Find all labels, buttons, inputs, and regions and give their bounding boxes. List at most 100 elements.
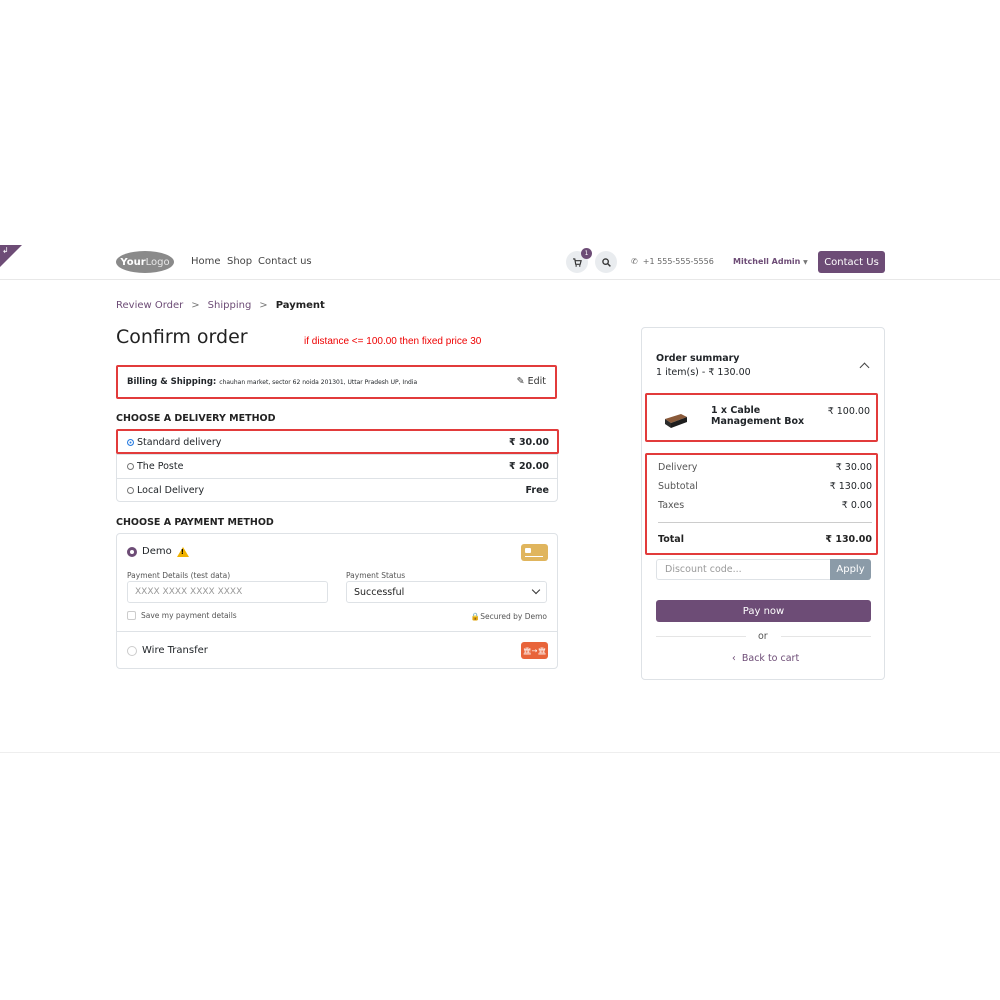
payment-status-label: Payment Status	[346, 571, 406, 580]
billing-label-row: Billing & Shipping: chauhan market, sect…	[127, 377, 417, 387]
radio-local[interactable]	[127, 486, 134, 494]
breadcrumb-payment: Payment	[275, 300, 325, 311]
logo-light: Logo	[145, 256, 170, 268]
breadcrumb-separator: >	[191, 300, 200, 311]
delivery-methods: Standard delivery ₹ 30.00 The Poste ₹ 20…	[116, 429, 559, 502]
warning-icon: !	[176, 546, 189, 557]
pay-now-button[interactable]: Pay now	[656, 600, 871, 622]
breadcrumb: Review Order > Shipping > Payment	[116, 300, 325, 311]
breadcrumb-review-order[interactable]: Review Order	[116, 300, 183, 311]
contact-us-button[interactable]: Contact Us	[818, 251, 885, 273]
delivery-price: Free	[525, 484, 549, 496]
page-title: Confirm order	[116, 326, 248, 348]
delivery-name: The Poste	[137, 460, 184, 472]
or-divider-right	[781, 636, 871, 637]
taxes-value: ₹ 0.00	[841, 500, 872, 511]
payment-methods: Demo ! Payment Details (test data) Payme…	[116, 533, 558, 669]
phone-number[interactable]: ✆ +1 555-555-5556	[631, 257, 714, 266]
or-divider-left	[656, 636, 746, 637]
delivery-value: ₹ 30.00	[835, 462, 872, 473]
or-text: or	[758, 631, 768, 642]
payment-section-title: CHOOSE A PAYMENT METHOD	[116, 517, 274, 528]
payment-name: Wire Transfer	[142, 645, 208, 656]
secured-by-demo: 🔒Secured by Demo	[471, 612, 547, 621]
pencil-icon: ✎	[516, 376, 525, 387]
nav-home[interactable]: Home	[191, 256, 221, 267]
radio-poste[interactable]	[127, 462, 134, 470]
phone-text: +1 555-555-5556	[642, 257, 714, 266]
payment-name: Demo	[142, 546, 172, 557]
totals-box: Delivery ₹ 30.00 Subtotal ₹ 130.00 Taxes…	[645, 453, 878, 555]
user-menu[interactable]: Mitchell Admin ▼	[733, 257, 808, 266]
save-payment-label: Save my payment details	[141, 611, 237, 620]
phone-icon: ✆	[631, 257, 638, 266]
discount-code-input[interactable]: Discount code...	[656, 559, 830, 580]
delivery-option-poste[interactable]: The Poste ₹ 20.00	[117, 454, 559, 478]
total-label: Total	[658, 534, 684, 545]
product-price: ₹ 100.00	[827, 406, 870, 417]
chevron-down-icon	[531, 585, 541, 595]
payment-option-wire[interactable]: Wire Transfer	[127, 645, 208, 656]
subtotal-value: ₹ 130.00	[829, 481, 872, 492]
save-payment-checkbox[interactable]	[127, 611, 136, 620]
row-divider	[117, 631, 557, 632]
radio-demo[interactable]	[127, 546, 137, 557]
taxes-row: Taxes ₹ 0.00	[658, 500, 872, 511]
billing-shipping-box: Billing & Shipping: chauhan market, sect…	[116, 365, 557, 399]
product-name: 1 x Cable Management Box	[711, 405, 805, 427]
lock-icon: 🔒	[470, 612, 481, 621]
delivery-price: ₹ 20.00	[509, 460, 549, 472]
delivery-option-standard[interactable]: Standard delivery ₹ 30.00	[116, 429, 559, 454]
user-name: Mitchell Admin	[733, 257, 801, 266]
edit-address-link[interactable]: ✎ Edit	[517, 376, 546, 387]
totals-divider	[658, 522, 872, 523]
delivery-total-row: Delivery ₹ 30.00	[658, 462, 872, 473]
breadcrumb-separator: >	[259, 300, 268, 311]
cart-icon	[572, 257, 582, 267]
billing-label: Billing & Shipping:	[127, 377, 217, 387]
footer-divider	[0, 752, 1000, 753]
total-row: Total ₹ 130.00	[658, 534, 872, 545]
back-to-cart-label: Back to cart	[741, 653, 800, 664]
cart-count-badge: 1	[581, 248, 592, 259]
order-summary-card: Order summary 1 item(s) - ₹ 130.00 1 x C…	[641, 327, 885, 680]
order-summary-title: Order summary	[656, 353, 740, 364]
back-to-cart-link[interactable]: ‹ Back to cart	[732, 653, 799, 664]
secured-text: Secured by Demo	[480, 612, 547, 621]
delivery-option-local[interactable]: Local Delivery Free	[117, 478, 559, 502]
subtotal-label: Subtotal	[658, 481, 698, 492]
delivery-section-title: CHOOSE A DELIVERY METHOD	[116, 413, 276, 424]
taxes-label: Taxes	[658, 500, 685, 511]
breadcrumb-shipping[interactable]: Shipping	[208, 300, 252, 311]
card-number-input[interactable]: XXXX XXXX XXXX XXXX	[127, 581, 328, 603]
logo-bold: Your	[120, 256, 146, 268]
order-summary-subtitle: 1 item(s) - ₹ 130.00	[656, 367, 751, 378]
bank-transfer-icon: 🏛→🏛	[521, 642, 548, 659]
nav-shop[interactable]: Shop	[227, 256, 252, 267]
save-payment-row[interactable]: Save my payment details	[127, 611, 237, 620]
site-logo[interactable]: Your Logo	[116, 251, 174, 273]
total-value: ₹ 130.00	[825, 534, 872, 545]
delivery-label: Delivery	[658, 462, 698, 473]
status-value: Successful	[354, 587, 405, 598]
order-line-item: 1 x Cable Management Box ₹ 100.00	[645, 393, 878, 442]
chevron-up-icon[interactable]	[859, 362, 870, 373]
caret-down-icon: ▼	[803, 259, 808, 266]
credit-card-icon	[521, 544, 548, 561]
product-image	[665, 414, 687, 428]
chevron-left-icon: ‹	[732, 653, 736, 664]
radio-wire[interactable]	[127, 645, 137, 656]
payment-status-select[interactable]: Successful	[346, 581, 547, 603]
highlight-outline	[116, 429, 559, 454]
payment-option-demo[interactable]: Demo !	[127, 546, 189, 557]
edit-label: Edit	[527, 376, 546, 387]
subtotal-row: Subtotal ₹ 130.00	[658, 481, 872, 492]
site-header: Your Logo Home Shop Contact us 1 ✆ +1 555…	[0, 245, 1000, 280]
apply-discount-button[interactable]: Apply	[830, 559, 871, 580]
annotation-note: if distance <= 100.00 then fixed price 3…	[304, 336, 482, 347]
search-icon	[601, 257, 611, 267]
billing-address: chauhan market, sector 62 noida 201301, …	[219, 379, 418, 386]
delivery-name: Local Delivery	[137, 484, 205, 496]
search-button[interactable]	[595, 251, 617, 273]
nav-contact[interactable]: Contact us	[258, 256, 312, 267]
